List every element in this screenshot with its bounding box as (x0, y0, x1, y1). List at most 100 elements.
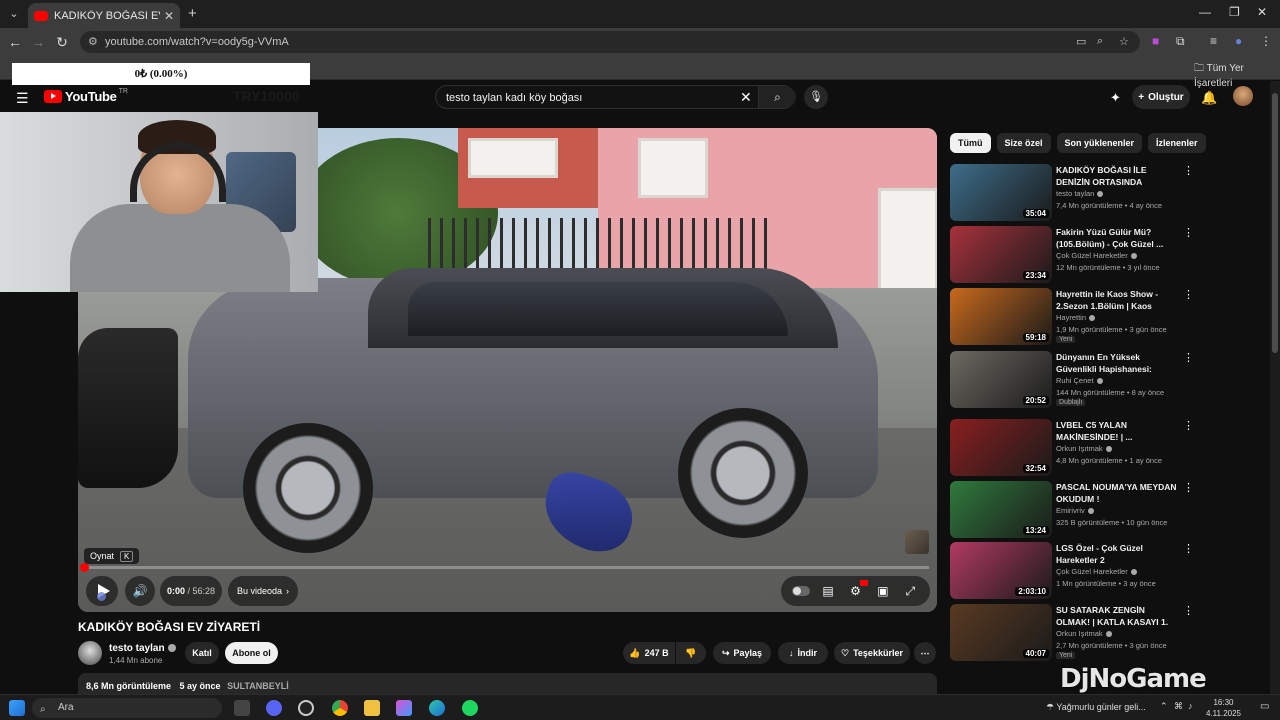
chip-0[interactable]: Tümü (950, 133, 991, 153)
play-button[interactable] (86, 576, 118, 606)
join-button[interactable]: Katıl (185, 642, 219, 664)
new-tab-icon[interactable]: + (188, 5, 197, 22)
recommendation-channel[interactable]: Ruhi Çenet (1056, 376, 1103, 385)
zoom-icon[interactable]: ⌕ (1097, 35, 1103, 48)
settings-gear-icon[interactable]: ⚙ (846, 580, 869, 598)
thanks-button[interactable]: ♡ Teşekkürler (834, 642, 910, 664)
more-vertical-icon[interactable]: ⋮ (1183, 604, 1194, 617)
recommendation-thumbnail[interactable]: 59:18 (950, 288, 1052, 345)
recommendation-channel[interactable]: Çok Güzel Hareketler (1056, 251, 1137, 260)
chrome-icon[interactable] (332, 700, 348, 716)
network-icon[interactable]: ⌘ (1174, 701, 1183, 712)
copilot-icon[interactable] (396, 700, 412, 716)
recommendation-title[interactable]: KADIKÖY BOĞASI İLE DENİZİN ORTASINDA (1056, 164, 1180, 188)
recommendation-channel[interactable]: Orkun Işıtmak (1056, 629, 1112, 638)
browser-tab[interactable]: KADIKÖY BOĞASI EV ZİYARETİ ✕ (28, 3, 180, 28)
tray-chevron-icon[interactable]: ⌃ (1160, 701, 1168, 712)
gemini-icon[interactable]: ✦ (1110, 90, 1121, 106)
reload-icon[interactable]: ↻ (54, 34, 70, 50)
task-view-icon[interactable] (234, 700, 250, 716)
file-explorer-icon[interactable] (364, 700, 380, 716)
recommendation-thumbnail[interactable]: 32:54 (950, 419, 1052, 476)
menu-hamburger-icon[interactable]: ☰ (16, 90, 29, 107)
chip-3[interactable]: İzlenenler (1148, 133, 1206, 153)
speaker-icon[interactable]: ♪ (1188, 701, 1193, 711)
recommendation-item[interactable]: 2:03:10 LGS Özel - Çok Güzel Hareketler 2… (950, 542, 1200, 600)
progress-scrubber[interactable] (80, 563, 89, 572)
chip-1[interactable]: Size özel (996, 133, 1051, 153)
clear-search-icon[interactable]: ✕ (740, 89, 752, 106)
menu-kebab-icon[interactable]: ⋮ (1260, 34, 1272, 48)
search-box[interactable]: testo taylan kadı köy boğası ✕ ⌕ (435, 85, 796, 109)
tab-close-icon[interactable]: ✕ (164, 9, 174, 23)
recommendation-channel[interactable]: Emirivriv (1056, 506, 1094, 515)
maximize-icon[interactable]: ❐ (1229, 5, 1240, 19)
autoplay-toggle[interactable] (791, 586, 810, 596)
discord-icon[interactable] (266, 700, 282, 716)
site-info-icon[interactable]: ⚙ (88, 35, 98, 48)
more-vertical-icon[interactable]: ⋮ (1183, 419, 1194, 432)
chapter-button[interactable]: Bu videoda › (228, 576, 298, 606)
recommendation-title[interactable]: Fakirin Yüzü Gülür Mü? (105.Bölüm) - Çok… (1056, 226, 1180, 250)
share-button[interactable]: ↪ Paylaş (713, 642, 771, 664)
profile-icon[interactable]: ● (1235, 34, 1242, 48)
recommendation-item[interactable]: 20:52 Dünyanın En Yüksek Güvenlikli Hapis… (950, 351, 1200, 409)
notifications-bell-icon[interactable]: 🔔 (1201, 90, 1217, 106)
window-close-icon[interactable]: ✕ (1257, 5, 1267, 19)
recommendation-item[interactable]: 32:54 LVBEL C5 YALAN MAKİNESİNDE! | ... Or… (950, 419, 1200, 477)
recommendation-channel[interactable]: Orkun Işıtmak (1056, 444, 1112, 453)
progress-bar[interactable] (80, 563, 929, 572)
weather-widget[interactable]: ☂ Yağmurlu günler geli... (1046, 702, 1146, 713)
fullscreen-icon[interactable]: ⤢ (901, 584, 919, 599)
clock[interactable]: 16:30 4.11.2025 (1206, 697, 1241, 719)
address-bar[interactable]: ⚙ youtube.com/watch?v=oody5g-VVmA ▭ ⌕ ☆ (80, 31, 1140, 53)
more-vertical-icon[interactable]: ⋮ (1183, 164, 1194, 177)
subscribe-button[interactable]: Abone ol (225, 642, 278, 664)
voice-search-button[interactable]: 🎙 (804, 85, 828, 109)
recommendation-item[interactable]: 13:24 PASCAL NOUMA'YA MEYDAN OKUDUM ! Emir… (950, 481, 1200, 539)
recommendation-item[interactable]: 23:34 Fakirin Yüzü Gülür Mü? (105.Bölüm) … (950, 226, 1200, 284)
recommendation-thumbnail[interactable]: 13:24 (950, 481, 1052, 538)
recommendation-thumbnail[interactable]: 2:03:10 (950, 542, 1052, 599)
volume-button[interactable]: 🔊 (125, 576, 155, 606)
cast-icon[interactable]: ▭ (1076, 35, 1086, 48)
recommendation-title[interactable]: LVBEL C5 YALAN MAKİNESİNDE! | ... (1056, 419, 1180, 443)
channel-name[interactable]: testo taylan (109, 643, 176, 654)
more-vertical-icon[interactable]: ⋮ (1183, 226, 1194, 239)
dislike-button[interactable]: 👎 (676, 642, 706, 664)
recommendation-item[interactable]: 40:07 SU SATARAK ZENGİN OLMAK! | KATLA KA… (950, 604, 1200, 662)
extension-icon[interactable]: ■ (1152, 34, 1159, 48)
recommendation-channel[interactable]: testo taylan (1056, 189, 1104, 198)
recommendation-title[interactable]: SU SATARAK ZENGİN OLMAK! | KATLA KASAYI … (1056, 604, 1180, 628)
minimize-icon[interactable]: — (1199, 5, 1211, 19)
windows-start-icon[interactable] (9, 700, 25, 716)
recommendation-title[interactable]: Hayrettin ile Kaos Show - 2.Sezon 1.Bölü… (1056, 288, 1180, 312)
recommendation-channel[interactable]: Çok Güzel Hareketler (1056, 567, 1137, 576)
download-button[interactable]: ↓ İndir (778, 642, 828, 664)
recommendation-thumbnail[interactable]: 23:34 (950, 226, 1052, 283)
extensions-puzzle-icon[interactable]: ⧉ (1176, 34, 1185, 49)
more-vertical-icon[interactable]: ⋮ (1183, 288, 1194, 301)
more-vertical-icon[interactable]: ⋮ (1183, 542, 1194, 555)
channel-avatar[interactable] (78, 641, 102, 665)
media-icon[interactable]: ≡ (1210, 34, 1217, 48)
edge-icon[interactable] (429, 700, 445, 716)
youtube-logo[interactable]: YouTube TR (44, 88, 128, 104)
recommendation-item[interactable]: 35:04 KADIKÖY BOĞASI İLE DENİZİN ORTASIND… (950, 164, 1200, 222)
notification-center-icon[interactable]: ▭ (1260, 701, 1269, 712)
page-scrollbar[interactable] (1270, 81, 1280, 700)
back-icon[interactable]: ← (7, 34, 23, 50)
like-button[interactable]: 👍 247 B (623, 642, 675, 664)
recommendation-title[interactable]: Dünyanın En Yüksek Güvenlikli Hapishanes… (1056, 351, 1180, 375)
recommendation-title[interactable]: PASCAL NOUMA'YA MEYDAN OKUDUM ! (1056, 481, 1180, 505)
miniplayer-icon[interactable]: ▣ (874, 584, 892, 598)
search-input[interactable]: testo taylan kadı köy boğası (446, 92, 582, 104)
tab-search-icon[interactable]: ⌄ (6, 6, 22, 22)
user-avatar[interactable] (1233, 86, 1253, 106)
subtitles-icon[interactable]: ▤ (819, 584, 837, 598)
recommendation-title[interactable]: LGS Özel - Çok Güzel Hareketler 2 (1056, 542, 1180, 566)
more-actions-button[interactable]: ⋯ (914, 642, 936, 664)
obs-icon[interactable] (298, 700, 314, 716)
channel-watermark-thumbnail[interactable] (905, 530, 929, 554)
recommendation-channel[interactable]: Hayrettin (1056, 313, 1096, 322)
